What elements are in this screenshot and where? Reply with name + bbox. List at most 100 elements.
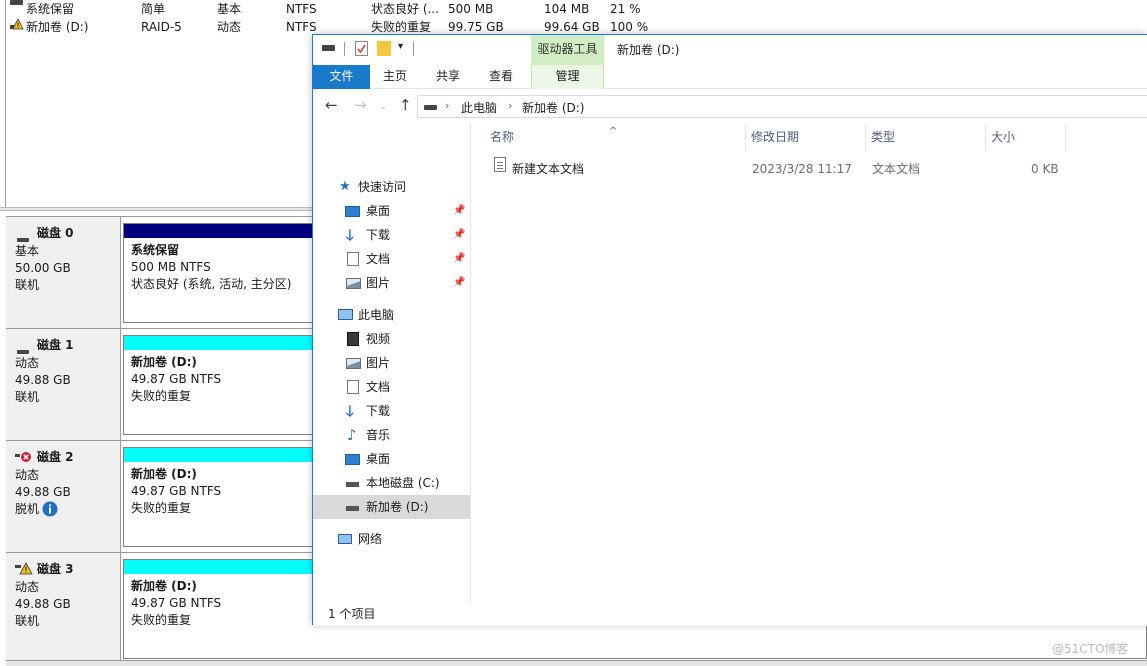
tab-manage[interactable]: 管理 bbox=[531, 65, 604, 89]
navigation-bar: ← → ⌄ ↑ › 此电脑 › 新加卷 (D:) bbox=[313, 89, 1147, 123]
disk-state: 联机 bbox=[15, 278, 40, 292]
nav-item-music[interactable]: ♪ 音乐 bbox=[313, 423, 470, 447]
column-label: 修改日期 bbox=[751, 130, 800, 144]
title-bar[interactable]: ▾ 驱动器工具 新加卷 (D:) bbox=[313, 35, 1147, 65]
file-row[interactable]: 新建文本文档 2023/3/28 11:17 文本文档 0 KB bbox=[472, 157, 1147, 181]
nav-label: 此电脑 bbox=[358, 308, 395, 322]
navigation-pane: ★ 快速访问 桌面 📌 🡓 下载 📌 文档 📌 图片 📌 此电脑 视频 图片 文… bbox=[313, 123, 471, 603]
partition-title: 新加卷 (D:) bbox=[131, 579, 197, 593]
volume-layout: RAID-5 bbox=[141, 20, 182, 34]
volume-free: 104 MB bbox=[544, 2, 590, 16]
nav-item-videos[interactable]: 视频 bbox=[313, 327, 470, 351]
pin-icon[interactable]: 📌 bbox=[453, 199, 470, 223]
properties-icon[interactable] bbox=[355, 41, 368, 56]
disk-label[interactable]: 磁盘 1 动态 49.88 GB 联机 bbox=[6, 329, 121, 440]
partition-title: 新加卷 (D:) bbox=[131, 467, 197, 481]
disk-error-icon bbox=[15, 451, 33, 468]
nav-label: 文档 bbox=[366, 252, 391, 266]
recent-locations-chevron-icon[interactable]: ⌄ bbox=[379, 99, 387, 115]
document-icon bbox=[347, 380, 359, 394]
window-title: 新加卷 (D:) bbox=[617, 43, 680, 57]
address-bar[interactable]: › 此电脑 › 新加卷 (D:) bbox=[417, 95, 1147, 118]
nav-label: 快速访问 bbox=[358, 180, 407, 194]
status-bar: 1 个项目 bbox=[313, 603, 1147, 626]
customize-toolbar-icon[interactable]: ▾ bbox=[398, 41, 403, 52]
column-header-type[interactable]: 类型 bbox=[853, 123, 973, 153]
up-arrow-icon[interactable]: ↑ bbox=[399, 97, 412, 113]
nav-label: 视频 bbox=[366, 332, 391, 346]
partition-size: 500 MB NTFS bbox=[131, 260, 211, 274]
disk-size: 49.88 GB bbox=[15, 597, 71, 611]
disk-kind: 动态 bbox=[15, 580, 40, 594]
nav-item-desktop-pc[interactable]: 桌面 bbox=[313, 447, 470, 471]
nav-item-pictures[interactable]: 图片 📌 bbox=[313, 271, 470, 295]
disk-size: 49.88 GB bbox=[15, 373, 71, 387]
nav-item-new-volume-d[interactable]: 新加卷 (D:) bbox=[313, 495, 470, 519]
tab-home[interactable]: 主页 bbox=[370, 65, 420, 89]
download-arrow-icon: 🡓 bbox=[346, 226, 354, 244]
volume-row[interactable]: 系统保留 简单 基本 NTFS 状态良好 (... 500 MB 104 MB … bbox=[0, 0, 700, 18]
sort-ascending-icon: ^ bbox=[609, 126, 618, 137]
breadcrumb-current[interactable]: 新加卷 (D:) bbox=[522, 99, 584, 116]
disk-size: 49.88 GB bbox=[15, 485, 71, 499]
disk-icon bbox=[17, 342, 29, 359]
download-arrow-icon: 🡓 bbox=[346, 402, 354, 420]
partition-title: 新加卷 (D:) bbox=[131, 355, 197, 369]
tab-file[interactable]: 文件 bbox=[313, 65, 370, 89]
volume-type: 动态 bbox=[217, 20, 242, 34]
nav-label: 桌面 bbox=[366, 204, 391, 218]
nav-item-documents[interactable]: 文档 📌 bbox=[313, 247, 470, 271]
column-label: 大小 bbox=[991, 130, 1016, 144]
disk-kind: 动态 bbox=[15, 356, 40, 370]
watermark: @51CTO博客 bbox=[1052, 642, 1129, 656]
breadcrumb-chevron-icon[interactable]: › bbox=[445, 99, 449, 112]
forward-arrow-icon[interactable]: → bbox=[354, 97, 367, 113]
disk-state: 脱机 bbox=[15, 502, 40, 516]
back-arrow-icon[interactable]: ← bbox=[325, 97, 338, 113]
column-header-date[interactable]: 修改日期 bbox=[733, 123, 852, 153]
nav-item-downloads[interactable]: 🡓 下载 📌 bbox=[313, 223, 470, 247]
breadcrumb-this-pc[interactable]: 此电脑 bbox=[461, 99, 497, 116]
music-note-icon: ♪ bbox=[347, 426, 357, 444]
disk-name: 磁盘 0 bbox=[37, 226, 74, 240]
nav-item-quick-access[interactable]: ★ 快速访问 bbox=[313, 175, 470, 199]
disk-label[interactable]: 磁盘 3 动态 49.88 GB 联机 bbox=[6, 553, 121, 664]
nav-item-downloads-pc[interactable]: 🡓 下载 bbox=[313, 399, 470, 423]
nav-item-documents-pc[interactable]: 文档 bbox=[313, 375, 470, 399]
column-header-name[interactable]: 名称 ^ bbox=[472, 123, 745, 153]
column-divider[interactable] bbox=[1065, 126, 1066, 152]
column-label: 类型 bbox=[871, 130, 896, 144]
nav-item-network[interactable]: 网络 bbox=[313, 527, 470, 551]
tab-share[interactable]: 共享 bbox=[423, 65, 473, 89]
pictures-icon bbox=[346, 358, 361, 369]
nav-item-desktop[interactable]: 桌面 📌 bbox=[313, 199, 470, 223]
disk-label[interactable]: 磁盘 0 基本 50.00 GB 联机 bbox=[6, 217, 121, 328]
nav-item-pictures-pc[interactable]: 图片 bbox=[313, 351, 470, 375]
breadcrumb-chevron-icon[interactable]: › bbox=[508, 99, 512, 112]
file-explorer-window[interactable]: ▾ 驱动器工具 新加卷 (D:) 文件 主页 共享 查看 管理 ← → ⌄ ↑ … bbox=[312, 34, 1147, 626]
warning-drive-icon bbox=[10, 18, 24, 31]
pin-icon[interactable]: 📌 bbox=[453, 247, 470, 271]
video-icon bbox=[347, 332, 359, 346]
file-name: 新建文本文档 bbox=[512, 162, 585, 176]
disk-label[interactable]: 磁盘 2 动态 49.88 GB 脱机 bbox=[6, 441, 121, 552]
nav-label: 图片 bbox=[366, 356, 391, 370]
nav-label: 图片 bbox=[366, 276, 391, 290]
pin-icon[interactable]: 📌 bbox=[453, 223, 470, 247]
disk-size: 50.00 GB bbox=[15, 261, 71, 275]
disk-name: 磁盘 1 bbox=[37, 338, 74, 352]
partition-status: 状态良好 (系统, 活动, 主分区) bbox=[131, 277, 292, 291]
new-folder-icon[interactable] bbox=[377, 41, 391, 56]
volume-name: 系统保留 bbox=[26, 2, 75, 16]
nav-label: 网络 bbox=[358, 532, 383, 546]
nav-label: 下载 bbox=[366, 228, 391, 242]
nav-item-this-pc[interactable]: 此电脑 bbox=[313, 303, 470, 327]
nav-item-local-disk-c[interactable]: 本地磁盘 (C:) bbox=[313, 471, 470, 495]
volume-free-pct: 21 % bbox=[610, 2, 641, 16]
column-header-size[interactable]: 大小 bbox=[973, 123, 1065, 153]
info-icon[interactable] bbox=[42, 501, 58, 522]
pin-icon[interactable]: 📌 bbox=[453, 271, 470, 295]
drive-icon bbox=[424, 105, 437, 110]
disk-name: 磁盘 3 bbox=[37, 562, 74, 576]
tab-view[interactable]: 查看 bbox=[476, 65, 526, 89]
